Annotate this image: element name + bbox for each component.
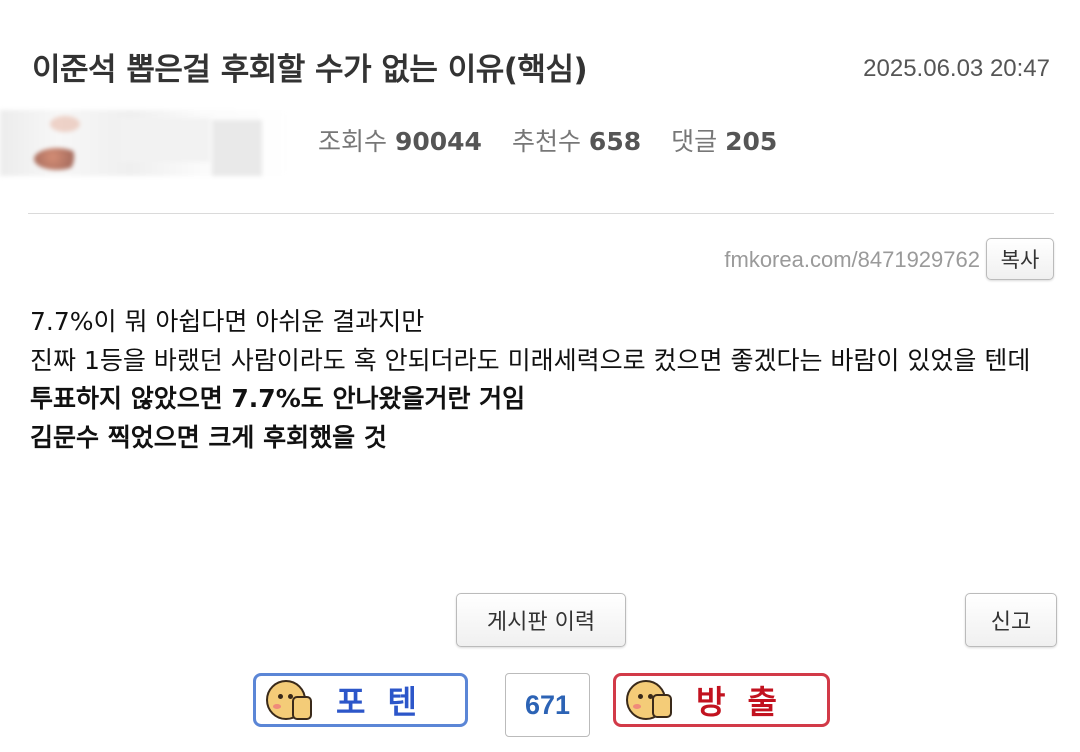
face-eye (278, 694, 283, 699)
avatar-blur-patch (50, 116, 80, 132)
vote-up-button[interactable]: 포텐 (253, 673, 468, 727)
copy-url-button[interactable]: 복사 (986, 238, 1054, 280)
comments-stat[interactable]: 댓글 205 (671, 122, 777, 158)
content-line-bold: 김문수 찍었으면 크게 후회했을 것 (30, 422, 387, 452)
post-content: 7.7%이 뭐 아쉽다면 아쉬운 결과지만 진짜 1등을 바랬던 사람이라도 혹… (30, 303, 1060, 457)
content-line: 7.7%이 뭐 아쉽다면 아쉬운 결과지만 (30, 307, 425, 336)
face-blush (273, 704, 281, 709)
recommend-stat: 추천수 658 (512, 122, 641, 158)
views-value: 90044 (394, 127, 482, 156)
vote-count: 671 (505, 673, 590, 737)
thumb-down-shape (652, 694, 672, 718)
views-label: 조회수 (318, 127, 388, 156)
recommend-label: 추천수 (511, 127, 581, 156)
board-history-button[interactable]: 게시판 이력 (456, 593, 626, 647)
author-avatar-blurred[interactable] (0, 110, 290, 176)
report-button[interactable]: 신고 (965, 593, 1057, 647)
post-date: 2025.06.03 20:47 (863, 55, 1050, 82)
thumb-up-shape (292, 696, 312, 720)
header-divider (28, 213, 1054, 214)
post-url[interactable]: fmkorea.com/8471929762 (724, 247, 980, 273)
comments-label: 댓글 (671, 127, 718, 156)
thumbs-down-face-icon (626, 680, 672, 720)
comments-value: 205 (725, 127, 778, 156)
vote-down-label: 방출 (696, 683, 799, 721)
content-line: 진짜 1등을 바랬던 사람이라도 혹 안되더라도 미래세력으로 컸으면 좋겠다는… (30, 345, 1031, 375)
vote-down-button[interactable]: 방출 (613, 673, 830, 727)
content-line-bold: 투표하지 않았으면 7.7%도 안나왔을거란 거임 (30, 384, 526, 413)
vote-up-label: 포텐 (336, 683, 439, 721)
face-blush (633, 704, 641, 709)
avatar-blur-patch (34, 148, 80, 170)
thumbs-up-face-icon (266, 680, 312, 720)
avatar-blur-patch (212, 120, 262, 176)
face-eye (638, 694, 643, 699)
post-stats: 조회수 90044 추천수 658 댓글 205 (318, 122, 777, 158)
views-stat: 조회수 90044 (318, 122, 482, 158)
avatar-blur-patch (120, 118, 210, 162)
post-title: 이준석 뽑은걸 후회할 수가 없는 이유(핵심) (32, 52, 588, 88)
recommend-value: 658 (588, 127, 642, 156)
